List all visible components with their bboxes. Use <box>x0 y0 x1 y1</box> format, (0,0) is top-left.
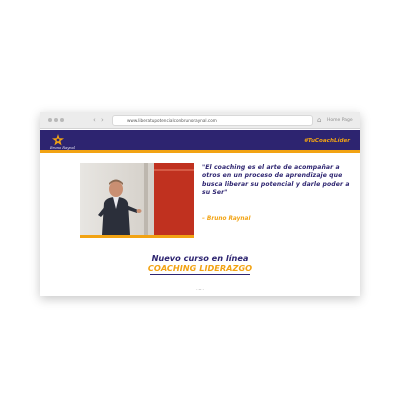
speaker-figure <box>98 163 194 235</box>
home-icon[interactable]: ⌂ <box>317 115 321 125</box>
home-page-label[interactable]: Home Page <box>327 117 353 124</box>
quote-author: – Bruno Raynal <box>202 216 251 222</box>
back-arrow-icon[interactable]: ‹ <box>93 115 96 125</box>
window-close-dot[interactable] <box>48 118 52 122</box>
url-text: www.liberatupotencialconbrunoraynal.com <box>127 118 217 123</box>
browser-toolbar: ‹ › www.liberatupotencialconbrunoraynal.… <box>40 112 360 129</box>
hashtag-label: #TuCoachLíder <box>303 138 350 144</box>
browser-window: ‹ › www.liberatupotencialconbrunoraynal.… <box>40 112 360 296</box>
address-bar[interactable]: www.liberatupotencialconbrunoraynal.com <box>112 115 313 126</box>
course-subtitle[interactable]: COACHING LIDERAZGO <box>40 263 360 273</box>
coaching-quote: "El coaching es el arte de acompañar a o… <box>202 164 350 196</box>
speaker-photo <box>80 163 194 235</box>
course-divider <box>150 274 250 275</box>
logo-text[interactable]: Bruno Raynal <box>50 146 75 150</box>
site-header: Bruno Raynal #TuCoachLíder <box>40 130 360 153</box>
window-minimize-dot[interactable] <box>54 118 58 122</box>
course-title: Nuevo curso en línea <box>151 253 249 263</box>
photo-accent-bar <box>80 235 194 238</box>
forward-arrow-icon[interactable]: › <box>101 115 104 125</box>
footer-ornament: · ─ · <box>196 287 204 292</box>
logo-star-icon[interactable] <box>50 133 66 147</box>
window-maximize-dot[interactable] <box>60 118 64 122</box>
